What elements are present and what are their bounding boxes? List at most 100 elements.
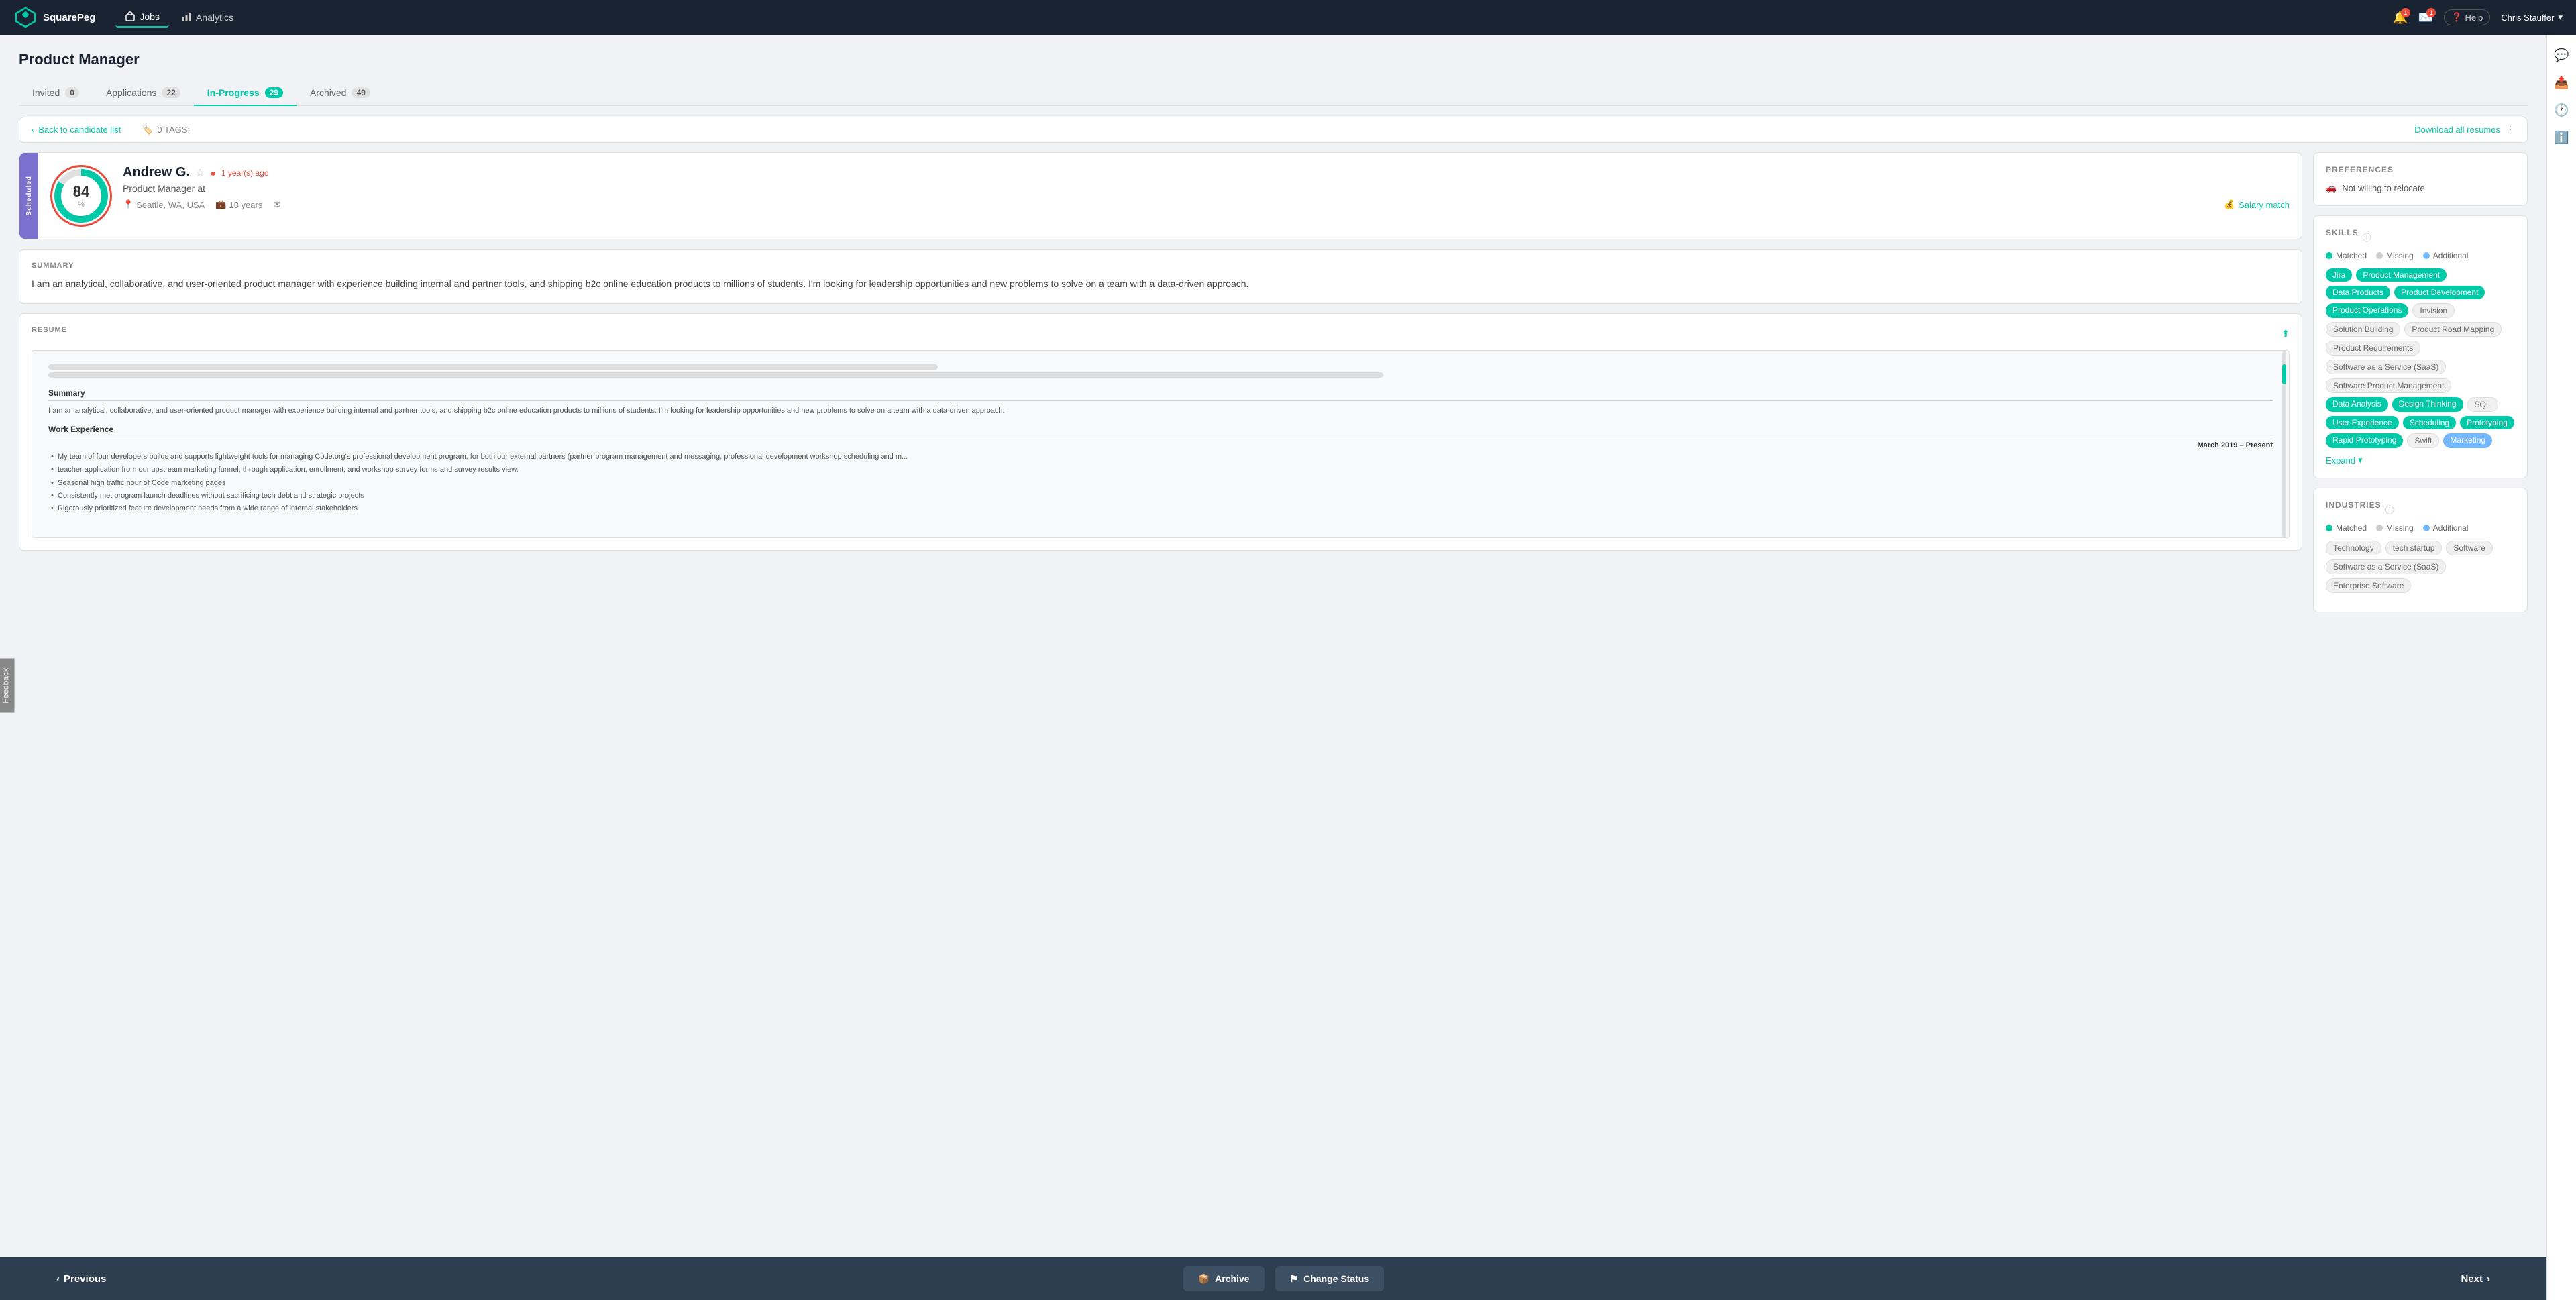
skills-info-icon: ⓘ: [2363, 231, 2371, 243]
archive-button[interactable]: 📦 Archive: [1183, 1266, 1265, 1291]
upload-icon[interactable]: ⬆: [2282, 328, 2290, 339]
score-pct: %: [78, 201, 85, 209]
scheduled-tag-label: Scheduled: [25, 176, 33, 216]
archive-label: Archive: [1215, 1273, 1249, 1284]
ind-legend-additional-label: Additional: [2433, 523, 2469, 533]
back-to-list-link[interactable]: ‹ Back to candidate list: [32, 125, 121, 135]
share-icon[interactable]: 📤: [2554, 76, 2569, 90]
skill-tag-user-experience: User Experience: [2326, 416, 2399, 429]
feedback-button[interactable]: Feedback: [0, 659, 14, 713]
nav-links: Jobs Analytics: [115, 7, 243, 28]
clock-icon[interactable]: 🕐: [2554, 103, 2569, 117]
nav-analytics[interactable]: Analytics: [172, 7, 243, 28]
skill-tag-sql: SQL: [2467, 397, 2498, 412]
score-number: 84: [73, 183, 89, 201]
star-icon[interactable]: ☆: [195, 166, 205, 180]
content-grid: Scheduled 84 % Andrew G. ☆ ●: [19, 152, 2528, 612]
status-icon: ⚑: [1290, 1273, 1299, 1285]
legend-additional: Additional: [2423, 251, 2469, 260]
page-title: Product Manager: [19, 51, 2528, 68]
chevron-left-icon: ‹: [32, 125, 34, 135]
tags-section: 🏷️ 0 TAGS:: [142, 125, 190, 136]
skill-tag-jira: Jira: [2326, 268, 2352, 282]
expand-skills-link[interactable]: Expand ▾: [2326, 455, 2515, 466]
bottom-nav: ‹ Previous 📦 Archive ⚑ Change Status Nex…: [0, 1257, 2546, 1300]
messages-icon[interactable]: ✉️ 1: [2418, 11, 2433, 25]
skill-tag-product-operations: Product Operations: [2326, 303, 2408, 318]
left-panel: Scheduled 84 % Andrew G. ☆ ●: [19, 152, 2302, 612]
preferences-title: PREFERENCES: [2326, 165, 2515, 174]
brand-name: SquarePeg: [43, 12, 95, 23]
skill-tag-scheduling: Scheduling: [2403, 416, 2456, 429]
skill-tag-data-products: Data Products: [2326, 286, 2390, 299]
expand-chevron-icon: ▾: [2358, 455, 2363, 466]
industry-tag-technology: Technology: [2326, 541, 2381, 555]
nav-jobs[interactable]: Jobs: [115, 7, 169, 28]
resume-bullet-0: My team of four developers builds and su…: [48, 452, 2273, 462]
industry-tag-tech-startup: tech startup: [2385, 541, 2443, 555]
notification-bell[interactable]: 🔔 1: [2392, 11, 2407, 25]
tab-inprogress-count: 29: [265, 87, 283, 98]
user-name: Chris Stauffer: [2501, 13, 2554, 23]
help-circle-icon: ❓: [2451, 12, 2462, 23]
salary-match[interactable]: 💰 Salary match: [2224, 199, 2290, 210]
location-item: 📍 Seattle, WA, USA: [123, 199, 205, 210]
score-circle: 84 %: [54, 169, 108, 223]
more-options-icon[interactable]: ⋮: [2506, 124, 2515, 136]
tab-applications-label: Applications: [106, 87, 157, 98]
resume-summary-text: I am an analytical, collaborative, and u…: [48, 405, 2273, 417]
email-item[interactable]: ✉: [273, 199, 280, 210]
tab-invited-label: Invited: [32, 87, 60, 98]
location-icon: 📍: [123, 199, 133, 210]
tags-label: 0 TAGS:: [157, 125, 190, 135]
tab-in-progress[interactable]: In-Progress 29: [194, 80, 297, 106]
brand[interactable]: SquarePeg: [13, 5, 95, 30]
nav-jobs-label: Jobs: [140, 11, 160, 22]
candidate-info: Andrew G. ☆ ● 1 year(s) ago Product Mana…: [123, 165, 2290, 210]
relocate-pref: 🚗 Not willing to relocate: [2326, 182, 2515, 193]
candidate-name: Andrew G.: [123, 165, 190, 180]
resume-bullet-2: Seasonal high traffic hour of Code marke…: [48, 478, 2273, 488]
industry-tag-software: Software: [2446, 541, 2492, 555]
change-status-button[interactable]: ⚑ Change Status: [1275, 1266, 1385, 1291]
salary-match-label: Salary match: [2239, 200, 2290, 210]
notification-badge: 1: [2401, 8, 2410, 17]
previous-button[interactable]: ‹ Previous: [40, 1266, 122, 1291]
change-status-label: Change Status: [1303, 1273, 1369, 1284]
tab-invited[interactable]: Invited 0: [19, 80, 93, 106]
time-dot: ●: [210, 168, 215, 178]
comment-icon[interactable]: 💬: [2554, 48, 2569, 62]
tab-applications[interactable]: Applications 22: [93, 80, 194, 106]
missing-dot: [2376, 252, 2383, 259]
resume-scrollbar[interactable]: [2282, 351, 2286, 537]
resume-header: RESUME ⬆: [32, 326, 2290, 341]
ind-legend-matched-label: Matched: [2336, 523, 2367, 533]
candidate-name-row: Andrew G. ☆ ● 1 year(s) ago: [123, 165, 2290, 180]
tab-archived-count: 49: [352, 87, 370, 98]
experience-item: 💼 10 years: [215, 199, 262, 210]
summary-label: SUMMARY: [32, 262, 2290, 270]
tab-applications-count: 22: [162, 87, 180, 98]
help-button[interactable]: ❓ Help: [2444, 9, 2490, 25]
industry-tag-software-as-a-service-(saas): Software as a Service (SaaS): [2326, 559, 2446, 574]
legend-additional-label: Additional: [2433, 251, 2469, 260]
help-label: Help: [2465, 13, 2483, 23]
skill-tag-product-development: Product Development: [2394, 286, 2485, 299]
user-menu[interactable]: Chris Stauffer ▾: [2501, 12, 2563, 23]
salary-icon: 💰: [2224, 199, 2235, 210]
next-button[interactable]: Next ›: [2445, 1266, 2506, 1291]
time-ago: 1 year(s) ago: [221, 168, 269, 178]
email-icon: ✉: [273, 199, 280, 210]
briefcase-icon: 💼: [215, 199, 226, 210]
candidate-role: Product Manager at: [123, 183, 2290, 194]
navbar-right: 🔔 1 ✉️ 1 ❓ Help Chris Stauffer ▾: [2392, 9, 2563, 25]
ind-additional-dot: [2423, 525, 2430, 531]
chevron-down-icon: ▾: [2558, 12, 2563, 23]
info-icon[interactable]: ℹ️: [2554, 131, 2569, 145]
messages-badge: 1: [2426, 8, 2436, 17]
additional-dot: [2423, 252, 2430, 259]
skill-tag-solution-building: Solution Building: [2326, 322, 2400, 337]
resume-card: RESUME ⬆ Summary I am an analytical, col…: [19, 313, 2302, 551]
download-resumes-link[interactable]: Download all resumes: [2414, 125, 2500, 135]
tab-archived[interactable]: Archived 49: [297, 80, 384, 106]
